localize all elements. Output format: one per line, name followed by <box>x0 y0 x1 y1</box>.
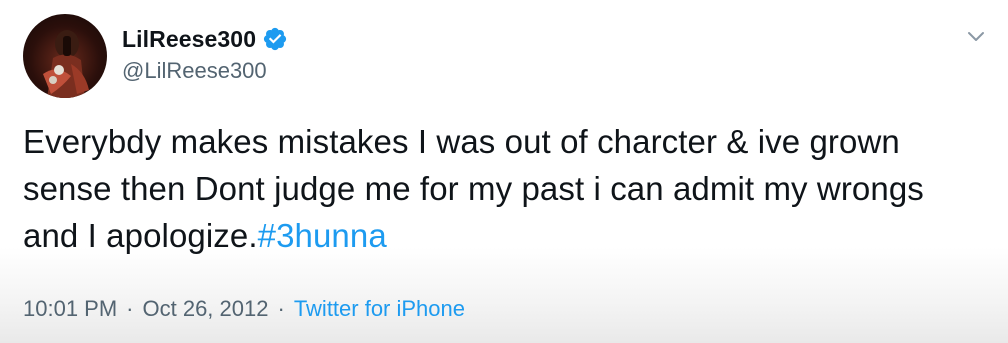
avatar[interactable] <box>23 14 107 98</box>
tweet-text: Everybdy makes mistakes I was out of cha… <box>23 118 983 259</box>
hashtag-link[interactable]: #3hunna <box>258 217 387 254</box>
tweet-body: Everybdy makes mistakes I was out of cha… <box>23 123 924 254</box>
name-row: LilReese300 <box>122 24 288 54</box>
tweet-time[interactable]: 10:01 PM <box>23 296 117 322</box>
tweet-card: LilReese300 @LilReese300 Everybdy makes … <box>0 0 1008 343</box>
display-name[interactable]: LilReese300 <box>122 26 256 53</box>
chevron-down-icon[interactable] <box>964 24 988 48</box>
separator-dot: · <box>277 296 285 321</box>
tweet-date[interactable]: Oct 26, 2012 <box>143 296 269 322</box>
tweet-header: LilReese300 @LilReese300 <box>122 24 288 84</box>
separator-dot: · <box>126 296 134 321</box>
tweet-metadata: 10:01 PM · Oct 26, 2012 · Twitter for iP… <box>23 296 465 322</box>
user-handle[interactable]: @LilReese300 <box>122 58 288 84</box>
tweet-source-link[interactable]: Twitter for iPhone <box>294 296 465 322</box>
avatar-image <box>43 30 89 98</box>
verified-badge-icon <box>262 26 288 52</box>
